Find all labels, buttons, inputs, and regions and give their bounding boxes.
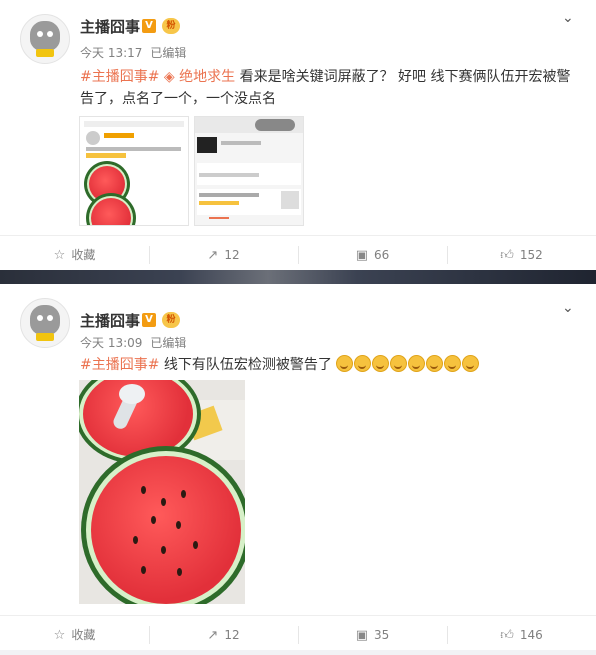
fan-badge[interactable]: 粉 (162, 18, 180, 34)
repost-count: 12 (224, 248, 240, 262)
post-text: #主播囧事# 线下有队伍宏检测被警告了 (80, 354, 580, 376)
edited-label: 已编辑 (150, 336, 187, 350)
avatar[interactable] (20, 298, 70, 348)
thumbs-up-icon: 👍︎ (500, 628, 514, 643)
emoji-icon (372, 355, 390, 372)
post-photo[interactable] (79, 380, 245, 604)
author-name[interactable]: 主播囧事 (80, 16, 140, 37)
fan-badge[interactable]: 粉 (162, 312, 180, 328)
comment-icon: ▣ (355, 628, 368, 643)
post-time[interactable]: 今天 13:17 (80, 46, 142, 60)
emoji-icon (426, 355, 444, 372)
background-strip (0, 270, 596, 284)
super-topic-link[interactable]: ◈ 绝地求生 (164, 69, 235, 85)
comment-count: 66 (374, 248, 390, 262)
topic-link[interactable]: #主播囧事# (80, 69, 159, 85)
avatar[interactable] (20, 14, 70, 64)
post-meta: 今天 13:09 已编辑 (80, 334, 194, 351)
favorite-label: 收藏 (71, 248, 96, 262)
post-card-1: 主播囧事 V 粉 ⌄ 今天 13:17 已编辑 #主播囧事# ◈ 绝地求生 看来是… (0, 0, 596, 270)
topic-link[interactable]: #主播囧事# (80, 357, 159, 373)
verified-badge: V (142, 313, 156, 327)
emoji-icon (444, 355, 462, 372)
emoji-icon (390, 355, 408, 372)
repost-icon: ↗ (207, 628, 219, 643)
favorite-label: 收藏 (71, 628, 96, 642)
super-topic-label: 绝地求生 (179, 69, 236, 85)
emoji-icon (354, 355, 372, 372)
action-bar: ☆ 收藏 ↗ 12 ▣ 66 👍︎ 152 (0, 235, 596, 274)
emoji-icon (336, 355, 354, 372)
post-card-2: 主播囧事 V 粉 ⌄ 今天 13:09 已编辑 #主播囧事# 线下有队伍宏检测被警… (0, 284, 596, 650)
like-count: 146 (519, 628, 543, 642)
verified-badge: V (142, 19, 156, 33)
action-bar: ☆ 收藏 ↗ 12 ▣ 35 👍︎ 146 (0, 615, 596, 654)
star-icon: ☆ (53, 628, 66, 643)
post-text: #主播囧事# ◈ 绝地求生 看来是啥关键词屏蔽了？ 好吧 线下赛俩队伍开宏被警告… (80, 66, 580, 110)
repost-button[interactable]: ↗ 12 (149, 236, 298, 274)
favorite-button[interactable]: ☆ 收藏 (0, 616, 149, 654)
edited-label: 已编辑 (150, 46, 187, 60)
emoji-icon (408, 355, 426, 372)
post-meta: 今天 13:17 已编辑 (80, 44, 194, 61)
like-button[interactable]: 👍︎ 146 (447, 616, 596, 654)
repost-button[interactable]: ↗ 12 (149, 616, 298, 654)
like-count: 152 (519, 248, 543, 262)
chevron-down-icon[interactable]: ⌄ (562, 300, 574, 316)
post-time[interactable]: 今天 13:09 (80, 336, 142, 350)
comment-button[interactable]: ▣ 35 (298, 616, 447, 654)
like-button[interactable]: 👍︎ 152 (447, 236, 596, 274)
post-image-2[interactable] (194, 116, 304, 226)
emoji-row (336, 355, 480, 373)
post-body: 线下有队伍宏检测被警告了 (159, 357, 332, 373)
favorite-button[interactable]: ☆ 收藏 (0, 236, 149, 274)
chevron-down-icon[interactable]: ⌄ (562, 10, 574, 26)
author-name[interactable]: 主播囧事 (80, 310, 140, 331)
comment-button[interactable]: ▣ 66 (298, 236, 447, 274)
emoji-icon (462, 355, 480, 372)
repost-count: 12 (224, 628, 240, 642)
post-image-1[interactable] (79, 116, 189, 226)
comment-count: 35 (374, 628, 390, 642)
